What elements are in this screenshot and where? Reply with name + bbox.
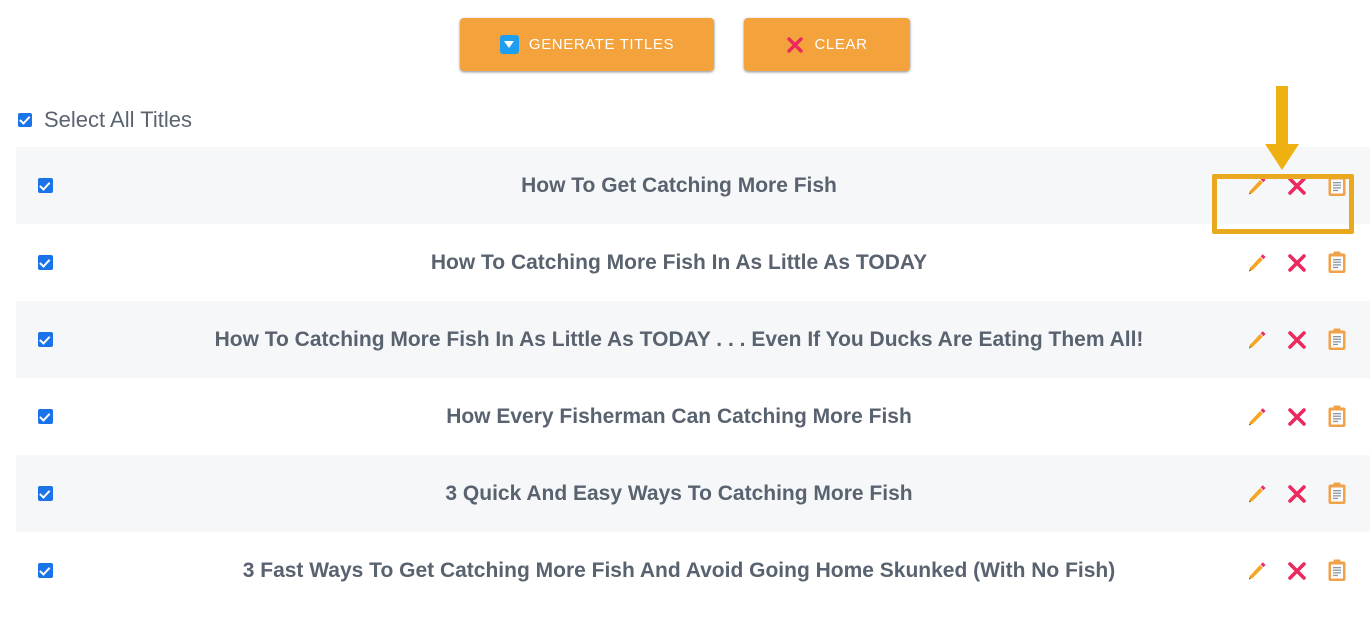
title-text: How To Get Catching More Fish: [521, 173, 837, 197]
row-actions-group: [1232, 301, 1362, 378]
title-text: How To Catching More Fish In As Little A…: [430, 250, 928, 274]
title-checkbox[interactable]: [37, 563, 53, 578]
clipboard-icon: [1328, 559, 1346, 581]
clipboard-icon: [1328, 251, 1346, 273]
download-triangle-icon: [499, 35, 519, 54]
x-mark-icon: [1288, 176, 1306, 195]
pencil-icon: [1249, 484, 1266, 502]
copy-title-button[interactable]: [1324, 250, 1350, 276]
titles-list: How To Get Catching More Fish How To Catc…: [16, 147, 1370, 609]
edit-title-button[interactable]: [1244, 481, 1270, 507]
title-text: 3 Quick And Easy Ways To Catching More F…: [445, 481, 913, 505]
x-mark-icon: [1288, 561, 1306, 580]
copy-title-button[interactable]: [1324, 404, 1350, 430]
row-checkbox-cell: [16, 409, 74, 424]
pencil-icon: [1249, 253, 1266, 271]
title-text: 3 Fast Ways To Get Catching More Fish An…: [242, 558, 1116, 582]
clipboard-icon: [1328, 482, 1346, 504]
table-row: How To Catching More Fish In As Little A…: [16, 301, 1370, 378]
row-actions-group: [1232, 455, 1362, 532]
table-row: 3 Fast Ways To Get Catching More Fish An…: [16, 532, 1370, 609]
title-checkbox[interactable]: [37, 332, 53, 347]
x-mark-icon: [1288, 407, 1306, 426]
row-checkbox-cell: [16, 255, 74, 270]
delete-title-button[interactable]: [1284, 250, 1310, 276]
title-checkbox[interactable]: [37, 255, 53, 270]
delete-title-button[interactable]: [1284, 558, 1310, 584]
clipboard-icon: [1328, 405, 1346, 427]
pencil-icon: [1249, 561, 1266, 579]
pencil-icon: [1249, 176, 1266, 194]
copy-title-button[interactable]: [1324, 481, 1350, 507]
generate-titles-button[interactable]: GENERATE TITLES: [460, 18, 714, 71]
table-row: How To Catching More Fish In As Little A…: [16, 224, 1370, 301]
row-checkbox-cell: [16, 563, 74, 578]
edit-title-button[interactable]: [1244, 404, 1270, 430]
x-mark-icon: [1288, 484, 1306, 503]
row-actions-group: [1232, 378, 1362, 455]
title-checkbox[interactable]: [37, 486, 53, 501]
copy-title-button[interactable]: [1324, 558, 1350, 584]
clear-label: CLEAR: [814, 36, 868, 53]
clipboard-icon: [1328, 174, 1346, 196]
delete-title-button[interactable]: [1284, 481, 1310, 507]
title-checkbox[interactable]: [37, 178, 53, 193]
edit-title-button[interactable]: [1244, 558, 1270, 584]
edit-title-button[interactable]: [1244, 173, 1270, 199]
row-actions-group: [1232, 147, 1362, 224]
table-row: 3 Quick And Easy Ways To Catching More F…: [16, 455, 1370, 532]
x-mark-icon: [1288, 330, 1306, 349]
clipboard-icon: [1328, 328, 1346, 350]
pencil-icon: [1249, 330, 1266, 348]
pencil-icon: [1249, 407, 1266, 425]
delete-title-button[interactable]: [1284, 173, 1310, 199]
delete-title-button[interactable]: [1284, 404, 1310, 430]
copy-title-button[interactable]: [1324, 327, 1350, 353]
x-mark-icon: [1288, 253, 1306, 272]
clear-button[interactable]: CLEAR: [744, 18, 910, 71]
table-row: How Every Fisherman Can Catching More Fi…: [16, 378, 1370, 455]
action-toolbar: GENERATE TITLES CLEAR: [0, 0, 1370, 71]
generate-titles-label: GENERATE TITLES: [528, 36, 675, 53]
title-checkbox[interactable]: [37, 409, 53, 424]
select-all-checkbox[interactable]: [18, 113, 32, 127]
row-actions-group: [1232, 532, 1362, 609]
row-checkbox-cell: [16, 486, 74, 501]
x-mark-icon: [787, 36, 804, 53]
select-all-row: Select All Titles: [0, 107, 1370, 133]
delete-title-button[interactable]: [1284, 327, 1310, 353]
copy-title-button[interactable]: [1324, 173, 1350, 199]
edit-title-button[interactable]: [1244, 327, 1270, 353]
title-text: How Every Fisherman Can Catching More Fi…: [446, 404, 912, 428]
title-text: How To Catching More Fish In As Little A…: [214, 327, 1144, 351]
table-row: How To Get Catching More Fish: [16, 147, 1370, 224]
edit-title-button[interactable]: [1244, 250, 1270, 276]
row-actions-group: [1232, 224, 1362, 301]
select-all-label: Select All Titles: [44, 107, 192, 132]
row-checkbox-cell: [16, 178, 74, 193]
row-checkbox-cell: [16, 332, 74, 347]
